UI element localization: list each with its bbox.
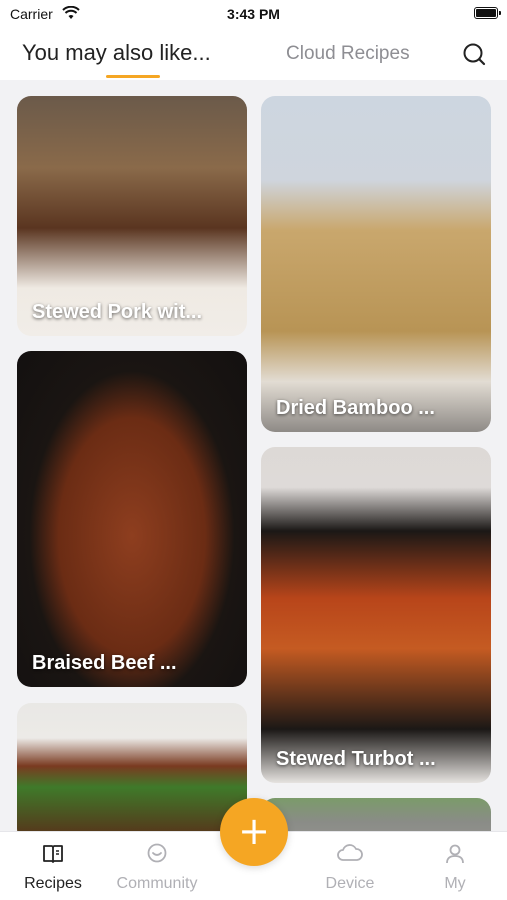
chat-icon <box>147 843 167 863</box>
tab-recipes[interactable]: Recipes <box>3 842 103 893</box>
tab-label: My <box>444 875 466 892</box>
recipe-card[interactable]: Dried Bamboo ... <box>261 96 491 432</box>
battery-icon <box>474 7 501 19</box>
tab-community[interactable]: Community <box>107 842 207 893</box>
tab-active-indicator <box>106 75 160 78</box>
tab-label: Device <box>325 875 375 892</box>
status-bar: Carrier 3:43 PM <box>0 0 507 30</box>
tab-label: Recipes <box>24 875 82 892</box>
book-icon <box>43 845 63 863</box>
clock: 3:43 PM <box>227 6 280 22</box>
tab-device[interactable]: Device <box>300 842 400 893</box>
header: You may also like... Cloud Recipes <box>0 30 507 80</box>
recipe-title: Stewed Turbot ... <box>276 748 436 770</box>
recipe-card[interactable]: Stewed Turbot ... <box>261 447 491 783</box>
recipe-title: Dried Bamboo ... <box>276 397 435 419</box>
plus-icon: + <box>238 809 270 853</box>
tab-you-may-also-like[interactable]: You may also like... <box>22 40 211 66</box>
cloud-icon <box>337 844 363 861</box>
tab-my[interactable]: My <box>405 842 505 893</box>
recipe-card[interactable]: Braised Beef ... <box>17 351 247 687</box>
add-recipe-button[interactable]: + <box>220 798 288 866</box>
recipe-title: Stewed Pork wit... <box>32 301 203 323</box>
person-icon <box>446 844 464 864</box>
search-icon[interactable] <box>462 42 486 66</box>
recipe-card[interactable] <box>17 703 247 843</box>
tab-label: Community <box>116 875 198 892</box>
recipe-title: Braised Beef ... <box>32 652 177 674</box>
recipe-card[interactable]: Stewed Pork wit... <box>17 96 247 336</box>
tab-cloud-recipes[interactable]: Cloud Recipes <box>286 43 410 65</box>
